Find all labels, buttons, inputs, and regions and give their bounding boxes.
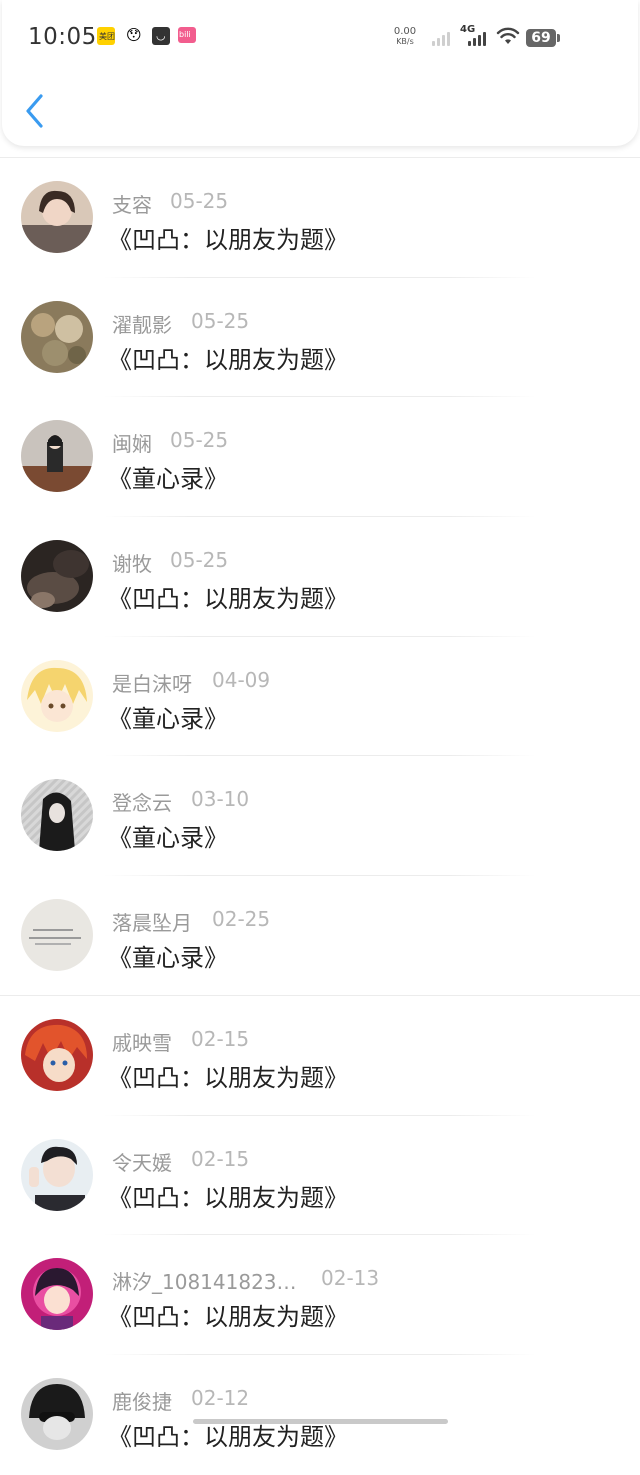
list-item[interactable]: 登念云 03-10 《童心录》: [0, 756, 640, 877]
avatar[interactable]: [21, 1138, 93, 1211]
book-title: 《凹凸：以朋友为题》: [108, 585, 348, 614]
book-title: 《童心录》: [108, 824, 228, 853]
reader-name: 谢牧: [112, 552, 152, 577]
avatar[interactable]: [21, 420, 93, 493]
list-item[interactable]: 支容 05-25 《凹凸：以朋友为题》: [0, 158, 640, 278]
reader-date: 05-25: [191, 308, 250, 333]
reader-date: 04-09: [212, 667, 271, 692]
avatar[interactable]: [21, 1377, 93, 1450]
avatar[interactable]: [21, 181, 93, 253]
reader-date: 05-25: [170, 428, 229, 453]
reader-date: 03-10: [191, 787, 250, 812]
avatar[interactable]: [21, 899, 93, 972]
list-item[interactable]: 谢牧 05-25 《凹凸：以朋友为题》: [0, 517, 640, 637]
wifi-icon: [496, 27, 520, 44]
reader-name: 濯靓影: [112, 312, 172, 337]
net-speed-unit: KB/s: [396, 37, 414, 46]
status-time: 10:05: [28, 24, 97, 50]
cellular-signal-icon: [468, 30, 490, 46]
reader-date: 02-15: [191, 1026, 250, 1051]
status-bar: 10:05 美团 😯 ◡ bili 0.00 KB/s 4G 69: [2, 0, 638, 76]
book-title: 《童心录》: [108, 944, 228, 973]
reader-name: 令天媛: [112, 1150, 172, 1175]
book-title: 《凹凸：以朋友为题》: [108, 1183, 348, 1212]
avatar[interactable]: [21, 1018, 93, 1091]
list-item[interactable]: 淋汐_108141823… 02-13 《凹凸：以朋友为题》: [0, 1235, 640, 1355]
reader-date: 02-12: [191, 1385, 250, 1410]
reader-date: 02-13: [321, 1266, 380, 1291]
avatar[interactable]: [21, 659, 93, 732]
avatar[interactable]: [21, 779, 93, 852]
bilibili-icon: bili: [178, 27, 196, 43]
list-item[interactable]: 鹿俊捷 02-12 《凹凸：以朋友为题》: [0, 1355, 640, 1475]
header-bar: 10:05 美团 😯 ◡ bili 0.00 KB/s 4G 69: [2, 0, 638, 146]
reader-name: 鹿俊捷: [112, 1389, 172, 1414]
reader-list: 支容 05-25 《凹凸：以朋友为题》 濯靓影 05-25 《凹凸：以朋友为题》…: [0, 158, 640, 1475]
reader-date: 02-15: [191, 1146, 250, 1171]
book-title: 《凹凸：以朋友为题》: [108, 1303, 348, 1332]
net-speed: 0.00 KB/s: [390, 27, 420, 47]
reader-name: 落晨坠月: [112, 911, 192, 936]
reader-name: 淋汐_108141823…: [112, 1270, 297, 1295]
avatar[interactable]: [21, 540, 93, 613]
list-item[interactable]: 落晨坠月 02-25 《童心录》: [0, 876, 640, 996]
book-title: 《童心录》: [108, 465, 228, 494]
book-title: 《凹凸：以朋友为题》: [108, 226, 348, 254]
list-item[interactable]: 令天媛 02-15 《凹凸：以朋友为题》: [0, 1116, 640, 1236]
home-indicator[interactable]: [193, 1419, 448, 1424]
reader-name: 戚映雪: [112, 1030, 172, 1055]
reader-date: 02-25: [212, 907, 271, 932]
reader-date: 05-25: [170, 189, 229, 213]
emoji-face-icon: 😯: [126, 26, 142, 44]
meituan-icon: 美团: [97, 27, 115, 45]
avatar[interactable]: [21, 300, 93, 373]
battery-icon: 69: [526, 29, 560, 47]
list-item[interactable]: 是白沫呀 04-09 《童心录》: [0, 637, 640, 757]
reader-name: 支容: [112, 193, 152, 217]
chevron-left-icon[interactable]: [22, 90, 52, 132]
list-item[interactable]: 闽娴 05-25 《童心录》: [0, 397, 640, 518]
book-title: 《凹凸：以朋友为题》: [108, 345, 348, 374]
shopping-bag-icon: ◡: [152, 27, 170, 45]
book-title: 《童心录》: [108, 704, 228, 733]
net-speed-value: 0.00: [393, 26, 417, 37]
reader-name: 登念云: [112, 791, 172, 816]
reader-date: 05-25: [170, 548, 229, 573]
avatar[interactable]: [21, 1258, 93, 1331]
book-title: 《凹凸：以朋友为题》: [108, 1063, 348, 1092]
reader-name: 闽娴: [112, 432, 152, 457]
reader-name: 是白沫呀: [112, 671, 192, 696]
list-item[interactable]: 濯靓影 05-25 《凹凸：以朋友为题》: [0, 278, 640, 398]
signal-strength-icon: [432, 30, 454, 46]
list-item[interactable]: 戚映雪 02-15 《凹凸：以朋友为题》: [0, 996, 640, 1116]
